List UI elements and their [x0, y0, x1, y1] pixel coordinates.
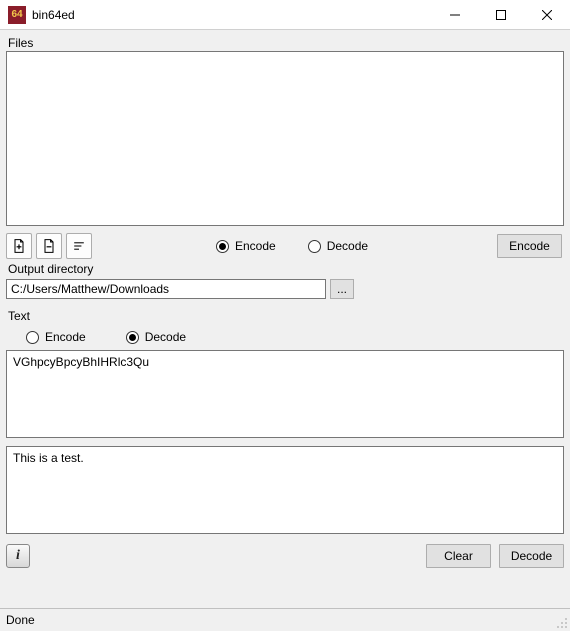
resize-grip-icon[interactable]: [554, 615, 568, 629]
files-action-button[interactable]: Encode: [497, 234, 562, 258]
maximize-button[interactable]: [478, 0, 524, 30]
remove-file-button[interactable]: [36, 233, 62, 259]
text-encode-radio[interactable]: Encode: [26, 330, 86, 344]
clear-list-button[interactable]: [66, 233, 92, 259]
text-decode-radio[interactable]: Decode: [126, 330, 186, 344]
radio-label: Decode: [145, 330, 186, 344]
output-dir-input[interactable]: [6, 279, 326, 299]
files-list[interactable]: [6, 51, 564, 226]
radio-label: Encode: [235, 239, 276, 253]
info-button[interactable]: i: [6, 544, 30, 568]
files-encode-radio[interactable]: Encode: [216, 239, 276, 253]
text-label: Text: [8, 309, 564, 323]
window-title: bin64ed: [32, 8, 75, 22]
text-input-area[interactable]: [6, 350, 564, 438]
status-bar: Done: [0, 608, 570, 631]
radio-dot-icon: [126, 331, 139, 344]
add-file-button[interactable]: [6, 233, 32, 259]
radio-dot-icon: [216, 240, 229, 253]
files-decode-radio[interactable]: Decode: [308, 239, 368, 253]
browse-button[interactable]: ...: [330, 279, 354, 299]
radio-label: Encode: [45, 330, 86, 344]
minimize-button[interactable]: [432, 0, 478, 30]
close-button[interactable]: [524, 0, 570, 30]
files-label: Files: [8, 36, 564, 50]
status-text: Done: [6, 613, 35, 627]
text-mode-group: Encode Decode: [26, 330, 564, 344]
clear-button[interactable]: Clear: [426, 544, 491, 568]
radio-dot-icon: [308, 240, 321, 253]
radio-label: Decode: [327, 239, 368, 253]
radio-dot-icon: [26, 331, 39, 344]
titlebar: 64 bin64ed: [0, 0, 570, 30]
output-dir-label: Output directory: [8, 262, 564, 276]
text-output-area[interactable]: [6, 446, 564, 534]
text-action-button[interactable]: Decode: [499, 544, 564, 568]
app-icon: 64: [8, 6, 26, 24]
files-mode-group: Encode Decode: [216, 239, 368, 253]
